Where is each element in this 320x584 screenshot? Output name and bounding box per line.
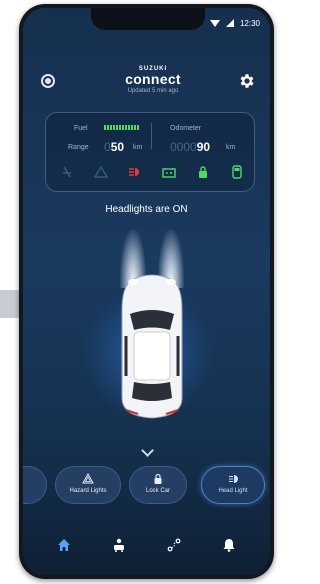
signal-icon (225, 19, 234, 27)
seatbelt-icon (63, 166, 71, 178)
last-updated: Updated 5 min ago (127, 88, 179, 94)
headlight-status-text: Headlights are ON (105, 204, 188, 215)
fuel-label: Fuel (74, 125, 88, 132)
camera-notch (91, 8, 205, 30)
car-top-view-icon (121, 274, 183, 419)
lock-car-label: Lock Car (145, 488, 170, 494)
app-header: SUZUKI connect Updated 5 min ago (23, 66, 270, 102)
odometer-unit: km (226, 144, 236, 151)
status-time: 12:30 (239, 18, 260, 28)
profile-icon[interactable] (41, 74, 55, 88)
lock-car-button[interactable]: Lock Car (129, 466, 187, 504)
range-unit: km (133, 144, 143, 151)
hazard-lights-button[interactable]: Hazard Lights (55, 466, 121, 504)
hazard-lights-label: Hazard Lights (69, 488, 107, 494)
warning-triangle-icon (94, 165, 108, 178)
head-light-button[interactable]: Head Light (201, 466, 265, 504)
settings-gear-icon[interactable] (238, 72, 256, 90)
brand-logo: SUZUKI connect Updated 5 min ago (93, 66, 213, 94)
range-label: Range (68, 144, 89, 151)
bottom-navigation (23, 515, 270, 575)
odometer-label: Odometer (170, 125, 202, 132)
headlight-icon (229, 475, 238, 483)
lock-icon (154, 473, 162, 484)
driver-icon[interactable] (111, 537, 127, 553)
battery-icon (162, 168, 176, 178)
wifi-icon (209, 19, 220, 27)
hazard-icon (82, 473, 94, 484)
fuel-gauge (104, 125, 139, 130)
lock-icon (199, 166, 207, 178)
home-icon[interactable] (56, 537, 72, 553)
brand-name: connect (125, 71, 181, 87)
bell-icon[interactable] (221, 537, 237, 553)
door-icon (232, 165, 242, 179)
phone-frame: 12:30 SUZUKI connect Updated 5 min ago F… (19, 4, 274, 579)
status-bar: 12:30 (209, 16, 260, 30)
head-light-label: Head Light (218, 488, 248, 494)
headlight-icon (129, 168, 139, 176)
app-screen: 12:30 SUZUKI connect Updated 5 min ago F… (23, 8, 270, 575)
range-value: 050 (104, 140, 125, 154)
route-icon[interactable] (166, 537, 182, 553)
quick-actions: Hazard Lights Lock Car Head Light (23, 466, 270, 504)
expand-chevron-icon[interactable] (137, 444, 159, 460)
quick-action-partial[interactable] (23, 466, 47, 504)
odometer-value: 000090 (170, 140, 211, 154)
indicator-row (60, 165, 244, 179)
card-divider (151, 123, 152, 149)
vehicle-status-card: Fuel Range 050 km Odometer 000090 km (45, 112, 255, 192)
